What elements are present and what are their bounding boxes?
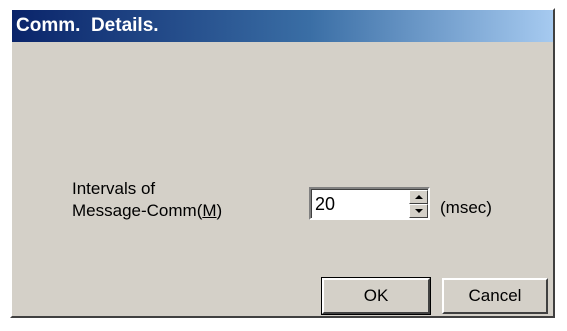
title-bar[interactable]: Comm. Details.: [12, 10, 553, 42]
spin-buttons: [409, 190, 428, 218]
interval-spinbox[interactable]: 20: [309, 187, 430, 220]
interval-label-line1: Intervals of: [72, 179, 156, 198]
spin-up-button[interactable]: [409, 190, 428, 204]
comm-details-dialog: Comm. Details. Intervals of Message-Comm…: [10, 8, 555, 318]
interval-label-suffix: ): [216, 201, 223, 220]
interval-value-input[interactable]: 20: [315, 193, 335, 215]
unit-label: (msec): [440, 198, 492, 217]
interval-spinbox-inner: 20: [311, 189, 428, 218]
spin-down-arrow-icon: [415, 209, 423, 213]
interval-label: Intervals of Message-Comm(M): [72, 178, 262, 222]
spin-up-arrow-icon: [415, 195, 423, 199]
ok-button[interactable]: OK: [321, 277, 431, 315]
cancel-button[interactable]: Cancel: [442, 278, 548, 314]
interval-label-prefix: Message-Comm(: [72, 201, 203, 220]
interval-label-mnemonic: M: [202, 201, 217, 220]
interval-label-line2: Message-Comm(M): [72, 200, 262, 222]
spin-down-button[interactable]: [409, 204, 428, 218]
